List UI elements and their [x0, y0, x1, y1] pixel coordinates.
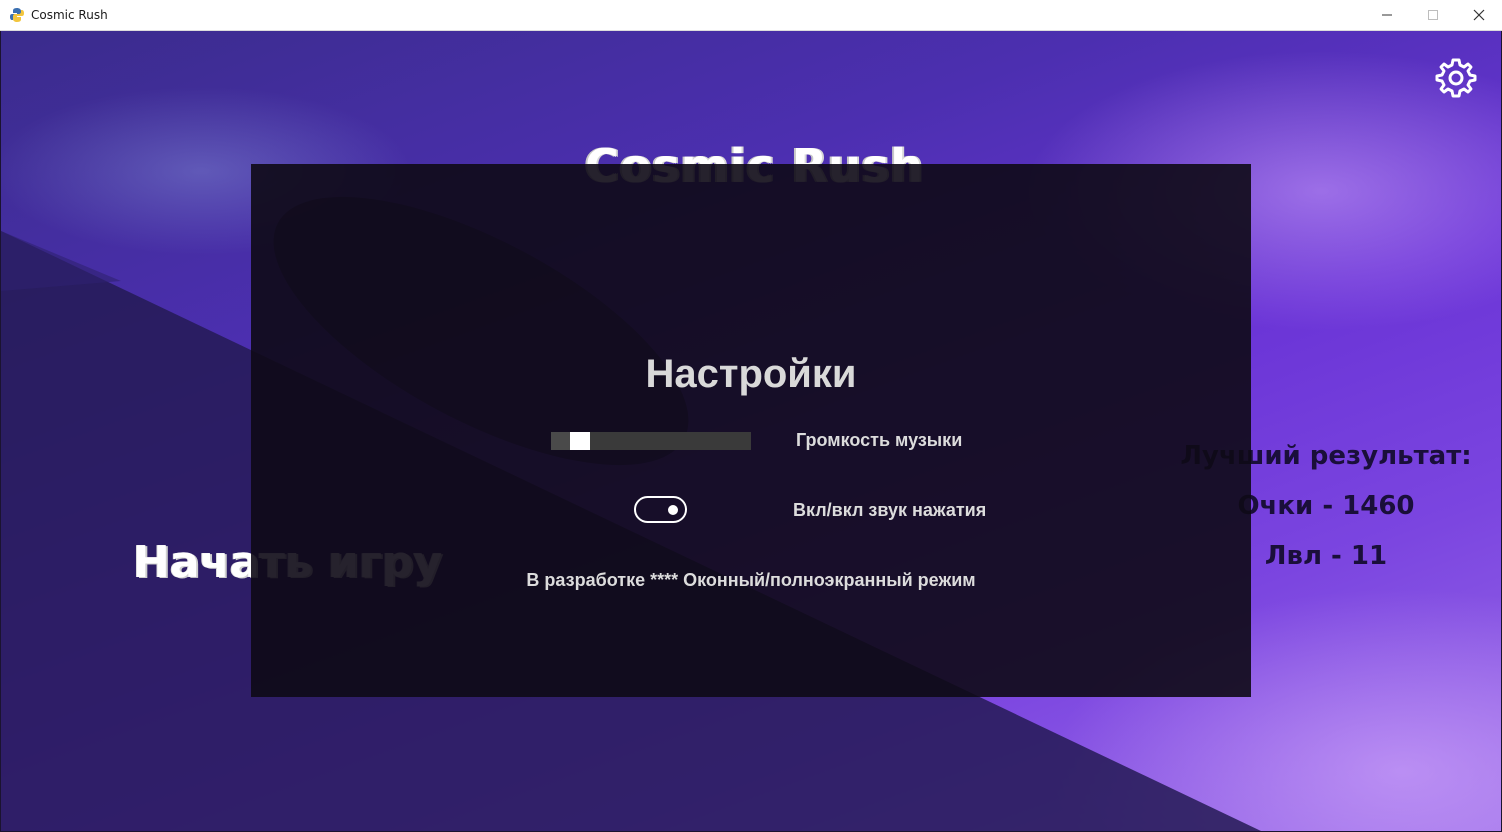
click-sound-label: Вкл/вкл звук нажатия [793, 500, 987, 520]
maximize-button[interactable] [1410, 0, 1456, 30]
python-icon [10, 8, 24, 22]
music-volume-handle[interactable] [570, 432, 590, 450]
settings-title: Настройки [645, 352, 857, 396]
minimize-button[interactable] [1364, 0, 1410, 30]
music-volume-slider[interactable] [551, 432, 751, 450]
window-mode-label: В разработке **** Оконный/полноэкранный … [526, 570, 976, 590]
close-icon [1473, 9, 1485, 21]
window-titlebar: Cosmic Rush [0, 0, 1502, 31]
music-volume-label: Громкость музыки [796, 430, 963, 450]
click-sound-toggle[interactable] [634, 496, 687, 523]
music-volume-fill [551, 432, 570, 450]
toggle-knob [668, 505, 678, 515]
minimize-icon [1382, 14, 1392, 16]
settings-modal: Настройки Громкость музыки Вкл/вкл звук … [251, 164, 1251, 697]
maximize-icon [1428, 10, 1438, 20]
window-title: Cosmic Rush [31, 8, 108, 22]
gear-icon[interactable] [1434, 56, 1478, 100]
close-button[interactable] [1456, 0, 1502, 30]
